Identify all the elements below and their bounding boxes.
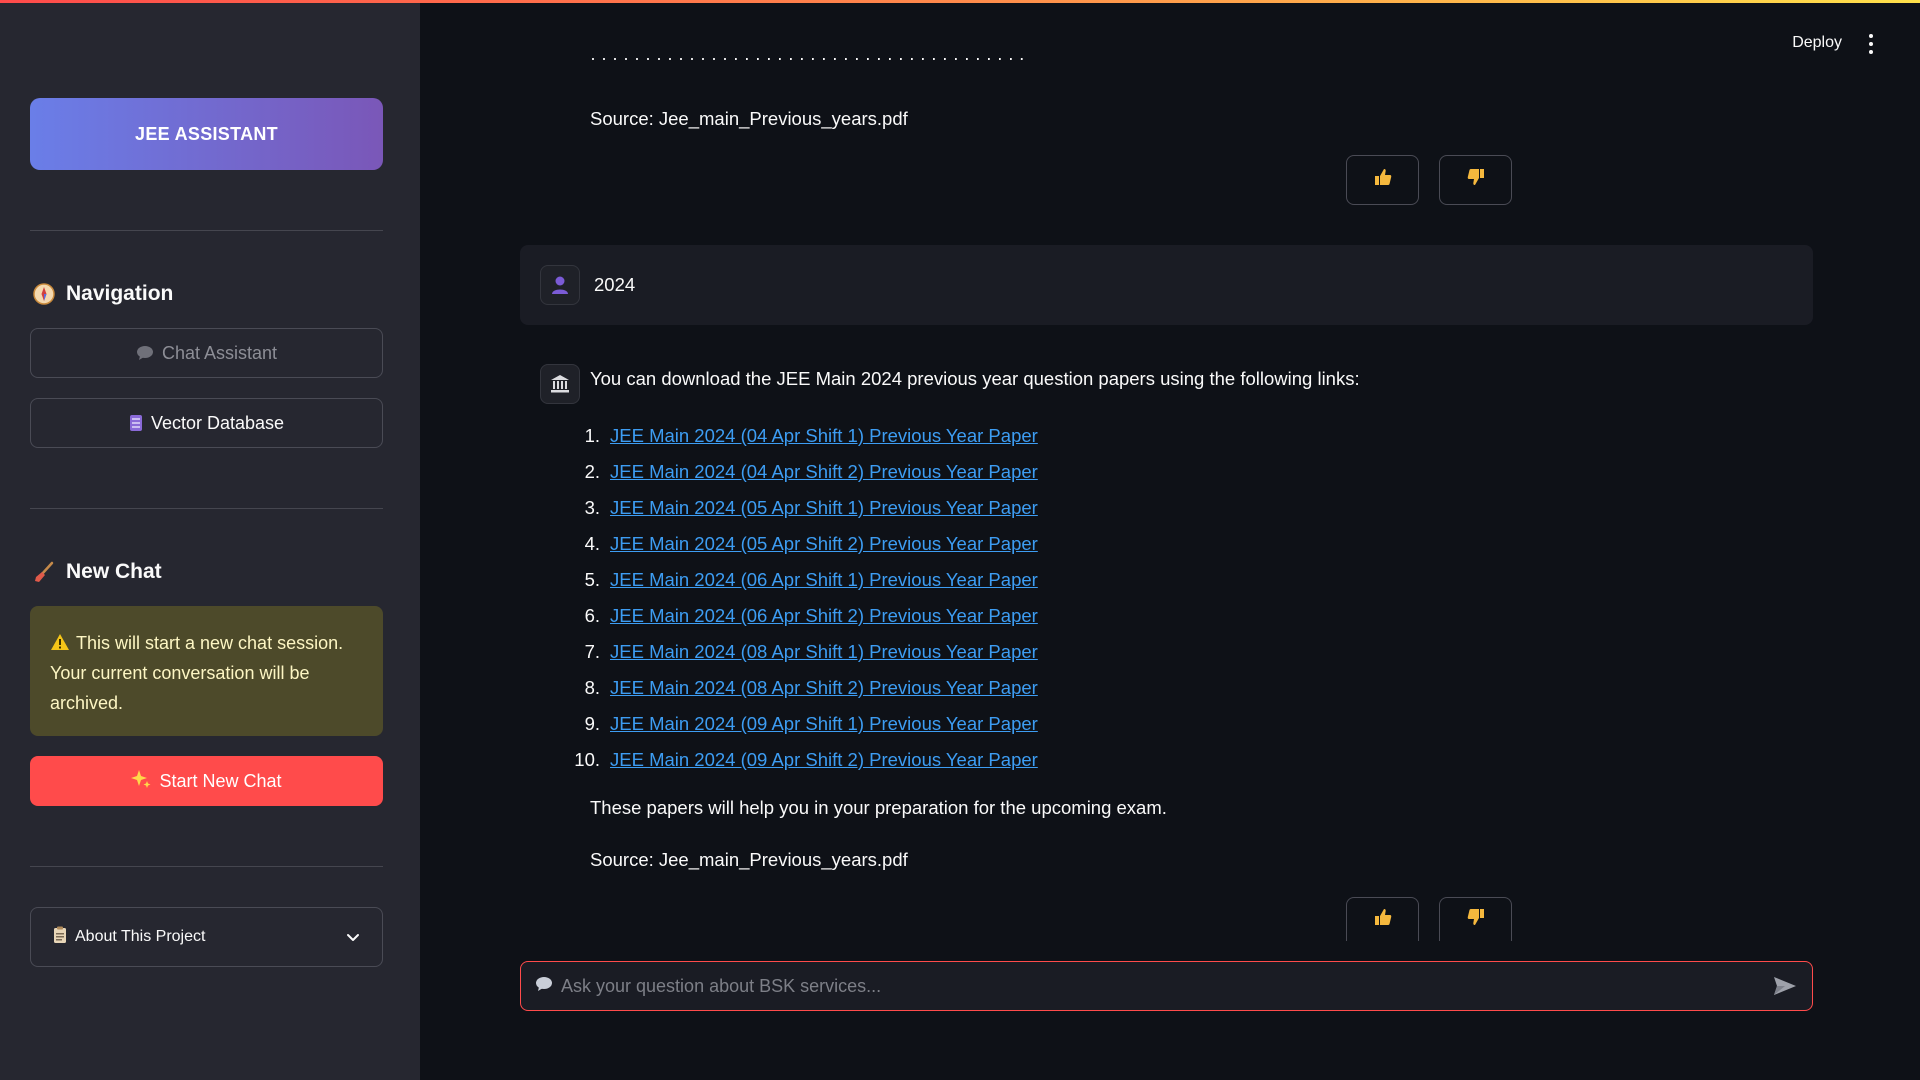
nav-vector-database-button[interactable]: Vector Database xyxy=(30,398,383,448)
list-item: 6. JEE Main 2024 (06 Apr Shift 2) Previou… xyxy=(584,605,1038,627)
sparkles-icon xyxy=(131,769,151,794)
new-chat-warning: This will start a new chat session. Your… xyxy=(30,606,383,736)
navigation-title: Navigation xyxy=(66,282,174,305)
new-chat-heading: New Chat xyxy=(32,560,162,584)
paper-link[interactable]: JEE Main 2024 (05 Apr Shift 2) Previous … xyxy=(610,533,1038,555)
thumbs-up-icon xyxy=(1373,167,1393,193)
user-icon xyxy=(552,276,568,294)
chat-input[interactable] xyxy=(561,975,1764,997)
speech-bubble-icon xyxy=(535,976,553,997)
bank-icon xyxy=(551,375,569,393)
brand-banner: JEE ASSISTANT xyxy=(30,98,383,170)
paper-link[interactable]: JEE Main 2024 (08 Apr Shift 2) Previous … xyxy=(610,677,1038,699)
deploy-button[interactable]: Deploy xyxy=(1792,34,1842,52)
list-item: 3. JEE Main 2024 (05 Apr Shift 1) Previou… xyxy=(584,497,1038,519)
user-message-text: 2024 xyxy=(594,274,636,295)
paper-link[interactable]: JEE Main 2024 (04 Apr Shift 2) Previous … xyxy=(610,461,1038,483)
start-new-chat-button[interactable]: Start New Chat xyxy=(30,756,383,806)
warning-text: This will start a new chat session. Your… xyxy=(50,633,344,713)
assistant-closing-text: These papers will help you in your prepa… xyxy=(590,797,1167,818)
thumbs-up-button[interactable] xyxy=(1346,897,1419,941)
list-item: 9. JEE Main 2024 (09 Apr Shift 1) Previou… xyxy=(584,713,1038,735)
navigation-heading: Navigation xyxy=(32,282,173,306)
user-message: 2024 xyxy=(520,245,1813,325)
main-area: Deploy · · · · · · · · · · · · · · · · ·… xyxy=(420,0,1920,1080)
chat-input-box[interactable] xyxy=(520,961,1813,1011)
sidebar-divider xyxy=(30,866,383,867)
nav-chat-assistant-button[interactable]: Chat Assistant xyxy=(30,328,383,378)
list-item: 1. JEE Main 2024 (04 Apr Shift 1) Previou… xyxy=(584,425,1038,447)
assistant-intro-text: You can download the JEE Main 2024 previ… xyxy=(590,368,1360,389)
broom-icon xyxy=(32,560,56,584)
about-project-label: About This Project xyxy=(75,928,206,945)
nav-vector-database-label: Vector Database xyxy=(150,412,285,433)
list-item: 2. JEE Main 2024 (04 Apr Shift 2) Previou… xyxy=(584,461,1038,483)
top-accent-bar xyxy=(0,0,1920,3)
sidebar-divider xyxy=(30,230,383,231)
send-icon[interactable] xyxy=(1772,975,1798,997)
thumbs-up-button[interactable] xyxy=(1346,155,1419,205)
thumbs-down-button[interactable] xyxy=(1439,155,1512,205)
user-avatar xyxy=(540,265,580,305)
paper-link[interactable]: JEE Main 2024 (08 Apr Shift 1) Previous … xyxy=(610,641,1038,663)
paper-link[interactable]: JEE Main 2024 (09 Apr Shift 2) Previous … xyxy=(610,749,1038,771)
paper-link[interactable]: JEE Main 2024 (09 Apr Shift 1) Previous … xyxy=(610,713,1038,735)
list-item: 7. JEE Main 2024 (08 Apr Shift 1) Previou… xyxy=(584,641,1038,663)
sidebar-divider xyxy=(30,508,383,509)
paper-links-list: 1. JEE Main 2024 (04 Apr Shift 1) Previou… xyxy=(570,418,1038,778)
list-item: 10. JEE Main 2024 (09 Apr Shift 2) Previo… xyxy=(574,749,1038,771)
source-line: Source: Jee_main_Previous_years.pdf xyxy=(590,849,908,870)
chevron-down-icon xyxy=(346,930,360,944)
list-item: 5. JEE Main 2024 (06 Apr Shift 1) Previou… xyxy=(584,569,1038,591)
new-chat-title: New Chat xyxy=(66,560,162,583)
start-new-chat-label: Start New Chat xyxy=(159,770,282,791)
nav-chat-assistant-label: Chat Assistant xyxy=(161,342,278,363)
list-item: 4. JEE Main 2024 (05 Apr Shift 2) Previou… xyxy=(584,533,1038,555)
scrolled-previous-text: · · · · · · · · · · · · · · · · · · · · … xyxy=(590,58,1025,68)
paper-link[interactable]: JEE Main 2024 (06 Apr Shift 1) Previous … xyxy=(610,569,1038,591)
about-project-expander[interactable]: About This Project xyxy=(30,907,383,967)
thumbs-down-button[interactable] xyxy=(1439,897,1512,941)
thumbs-down-icon xyxy=(1466,167,1486,193)
database-icon xyxy=(129,414,143,432)
previous-source-line: Source: Jee_main_Previous_years.pdf xyxy=(590,108,908,129)
paper-link[interactable]: JEE Main 2024 (05 Apr Shift 1) Previous … xyxy=(610,497,1038,519)
clipboard-icon xyxy=(53,926,67,949)
paper-link[interactable]: JEE Main 2024 (04 Apr Shift 1) Previous … xyxy=(610,425,1038,447)
thumbs-up-icon xyxy=(1373,907,1393,933)
warning-icon xyxy=(50,630,70,650)
sidebar: JEE ASSISTANT Navigation Chat Assistant … xyxy=(0,0,420,1080)
thumbs-down-icon xyxy=(1466,907,1486,933)
main-menu-icon[interactable] xyxy=(1868,34,1874,54)
compass-icon xyxy=(32,282,56,306)
assistant-avatar xyxy=(540,364,580,404)
list-item: 8. JEE Main 2024 (08 Apr Shift 2) Previou… xyxy=(584,677,1038,699)
paper-link[interactable]: JEE Main 2024 (06 Apr Shift 2) Previous … xyxy=(610,605,1038,627)
speech-bubble-icon xyxy=(136,345,154,361)
